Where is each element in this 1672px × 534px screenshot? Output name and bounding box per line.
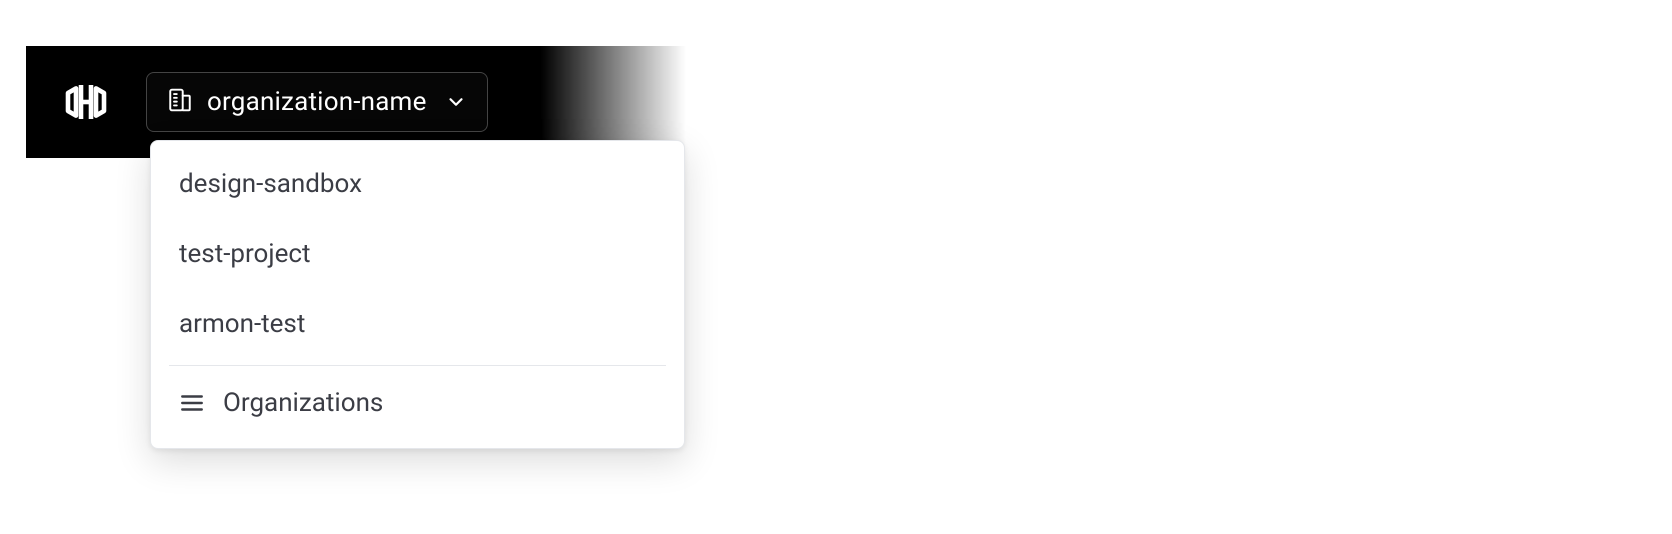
organizations-link[interactable]: Organizations: [151, 366, 684, 440]
organization-icon: [167, 87, 193, 117]
organization-name-label: organization-name: [207, 87, 427, 117]
hashicorp-logo-icon: [62, 78, 110, 126]
organization-dropdown: design-sandbox test-project armon-test O…: [150, 140, 685, 449]
dropdown-item[interactable]: armon-test: [151, 289, 684, 359]
chevron-down-icon: [445, 91, 467, 113]
dropdown-item-label: test-project: [179, 239, 311, 269]
dropdown-item-label: armon-test: [179, 309, 305, 339]
organizations-link-label: Organizations: [223, 388, 383, 418]
dropdown-item[interactable]: design-sandbox: [151, 149, 684, 219]
menu-icon: [179, 390, 205, 416]
dropdown-item-label: design-sandbox: [179, 169, 362, 199]
organization-switcher-button[interactable]: organization-name: [146, 72, 488, 132]
dropdown-item[interactable]: test-project: [151, 219, 684, 289]
